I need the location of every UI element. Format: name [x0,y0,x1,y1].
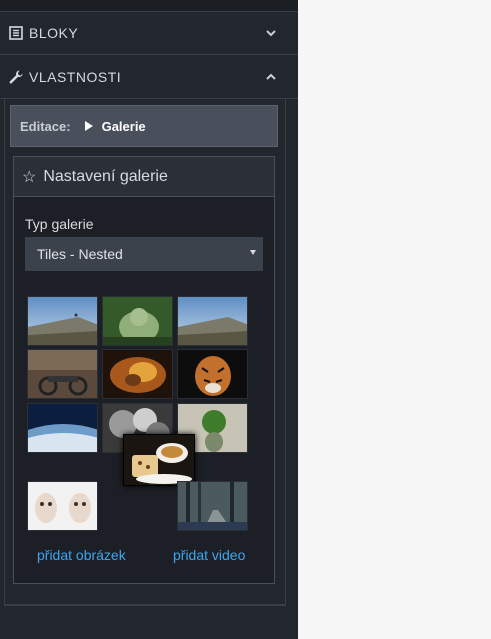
top-strip [0,0,298,12]
thumb-two-faces[interactable] [27,481,98,531]
side-panel: BLOKY VLASTNOSTI Editace: Galerie ☆ Nast… [0,0,298,639]
gallery-settings-title: Nastavení galerie [43,167,168,185]
section-bloky-label: BLOKY [29,25,79,41]
gallery-type-label: Typ galerie [25,216,94,232]
edit-value[interactable]: Galerie [102,119,146,134]
dropdown-caret-icon [250,250,256,255]
wrench-icon [8,69,24,85]
thumb-fire-dragon[interactable] [102,349,173,399]
add-image-link[interactable]: přidat obrázek [37,547,126,563]
add-video-link[interactable]: přidat video [173,547,245,563]
thumb-forest-road[interactable] [177,481,248,531]
list-icon [8,25,24,41]
thumb-landscape-hill-2[interactable] [177,296,248,346]
gallery-settings-header[interactable]: ☆ Nastavení galerie [14,157,274,197]
thumb-coffee-cake[interactable] [123,434,195,486]
thumb-tiger[interactable] [177,349,248,399]
play-arrow-icon [84,121,93,131]
section-vlastnosti-label: VLASTNOSTI [29,69,122,85]
thumb-landscape-hill[interactable] [27,296,98,346]
panel-bottom-divider [4,605,286,606]
star-icon: ☆ [22,168,37,186]
gallery-type-select[interactable]: Tiles - Nested [25,237,263,271]
thumb-motorcycle-garage[interactable] [27,349,98,399]
section-bloky[interactable]: BLOKY [0,12,298,55]
edit-label: Editace: [20,118,71,134]
thumb-ogre-creature[interactable] [102,296,173,346]
chevron-up-icon[interactable] [264,70,278,84]
chevron-down-icon[interactable] [264,26,278,40]
edit-breadcrumb: Editace: Galerie [10,105,278,147]
thumb-earth-horizon[interactable] [27,403,98,453]
gallery-type-value: Tiles - Nested [37,246,123,262]
section-vlastnosti[interactable]: VLASTNOSTI [0,56,298,99]
